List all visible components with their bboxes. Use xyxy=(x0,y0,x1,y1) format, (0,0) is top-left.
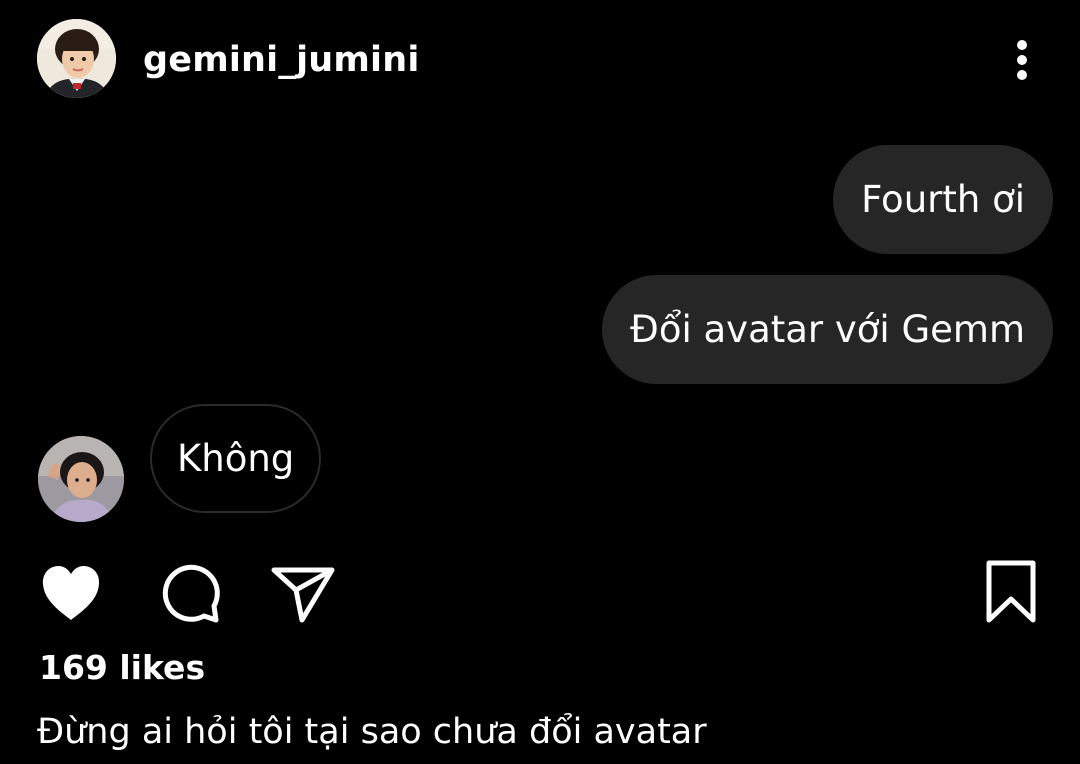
heart-filled-icon xyxy=(42,566,100,620)
more-options-button[interactable] xyxy=(1004,32,1040,88)
chat-bubble-incoming: Không xyxy=(150,404,322,513)
send-icon xyxy=(271,567,335,623)
post-screen: gemini_jumini Fourth ơi Đổi avatar với G… xyxy=(0,0,1080,764)
comment-button[interactable] xyxy=(158,562,222,624)
post-header: gemini_jumini xyxy=(0,0,1080,120)
reply-avatar-photo xyxy=(38,436,124,522)
post-caption: Đừng ai hỏi tôi tại sao chưa đổi avatar xyxy=(37,712,707,752)
post-username[interactable]: gemini_jumini xyxy=(143,38,420,82)
more-vertical-icon-dot xyxy=(1017,70,1027,80)
chat-bubble-outgoing: Fourth ơi xyxy=(833,145,1053,254)
bookmark-icon xyxy=(986,560,1036,623)
save-button[interactable] xyxy=(984,560,1038,624)
chat-bubble-outgoing: Đổi avatar với Gemm xyxy=(602,275,1053,384)
like-button[interactable] xyxy=(40,564,102,624)
more-vertical-icon-dot xyxy=(1017,55,1027,65)
reply-avatar xyxy=(38,436,124,522)
avatar-photo xyxy=(37,19,116,98)
share-button[interactable] xyxy=(270,566,336,624)
likes-count[interactable]: 169 likes xyxy=(39,648,205,688)
profile-avatar[interactable] xyxy=(37,19,116,98)
more-vertical-icon xyxy=(1017,40,1027,50)
comment-icon xyxy=(162,564,220,623)
